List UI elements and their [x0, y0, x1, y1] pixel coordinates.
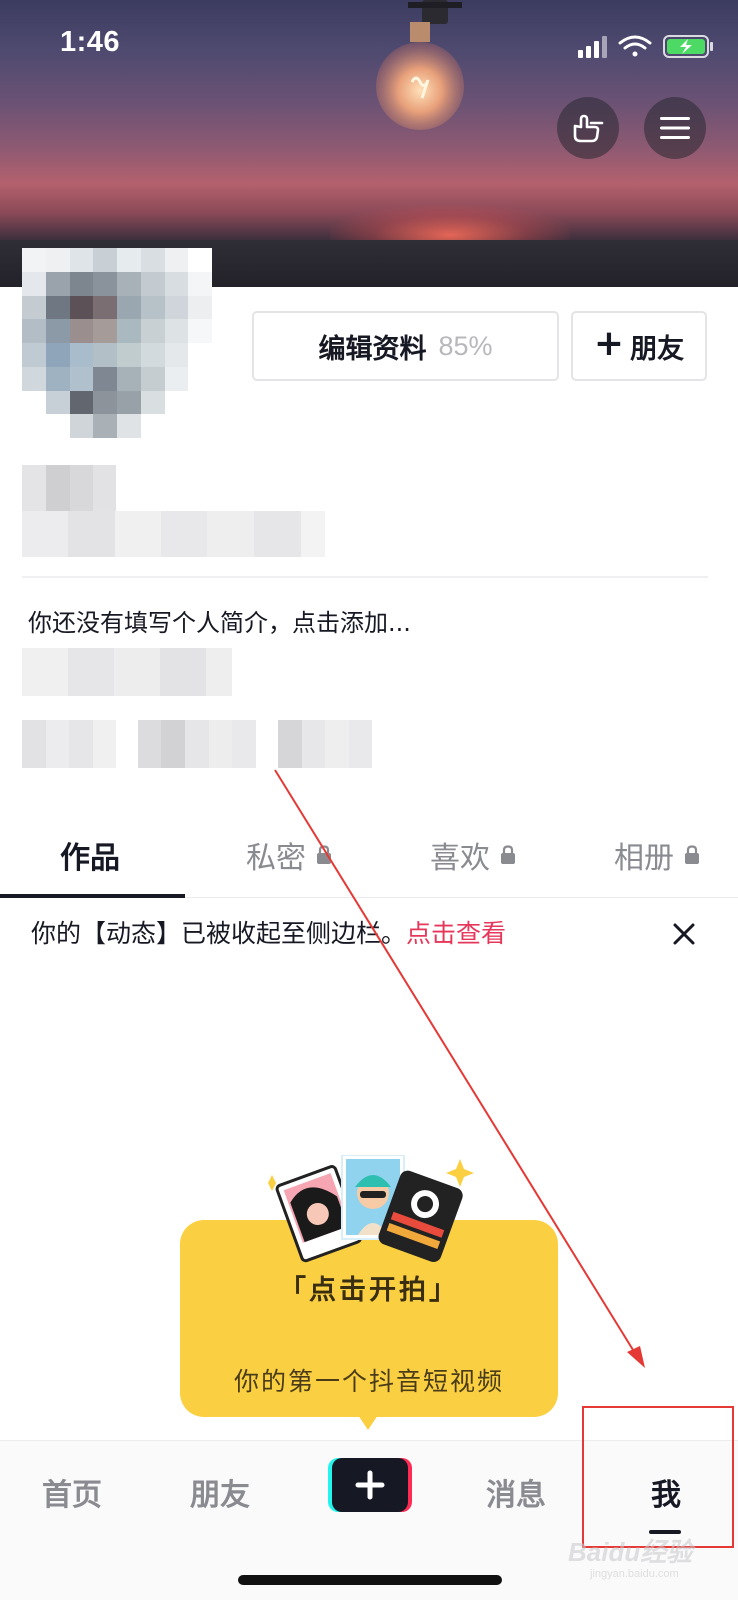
tooltip-pointer	[356, 1412, 380, 1430]
status-time: 1:46	[60, 26, 121, 58]
active-tab-indicator	[0, 894, 185, 898]
notice-view-link[interactable]: 点击查看	[406, 919, 506, 948]
menu-button[interactable]	[644, 97, 706, 159]
tab-album[interactable]: 相册	[614, 830, 700, 880]
signal-icon	[578, 36, 607, 58]
tab-works-label: 作品	[60, 841, 120, 876]
nav-messages[interactable]: 消息	[484, 1470, 548, 1520]
tab-album-label: 相册	[614, 841, 674, 876]
bio-placeholder[interactable]: 你还没有填写个人简介，点击添加...	[28, 603, 411, 638]
camera-selfie-illustration	[268, 1155, 474, 1263]
redacted-tags	[22, 648, 232, 696]
create-video-button[interactable]	[328, 1458, 412, 1512]
watermark-brand: Baidu经验	[568, 1537, 693, 1567]
redacted-stat-likes	[278, 720, 372, 768]
wifi-icon	[618, 35, 652, 57]
notice-text: 你的【动态】已被收起至侧边栏。	[31, 919, 407, 948]
lock-icon	[685, 845, 699, 864]
tab-likes[interactable]: 喜欢	[430, 830, 516, 880]
status-bar: 1:46	[0, 0, 738, 90]
plus-icon: +	[593, 323, 625, 364]
menu-icon	[660, 117, 690, 139]
redacted-nickname	[22, 465, 116, 511]
watermark-logo: Baidu经验 jingyan.baidu.com	[568, 1532, 738, 1592]
redacted-stat-followers	[138, 720, 256, 768]
add-friend-label: 朋友	[630, 333, 685, 365]
lock-icon	[317, 845, 331, 864]
profile-completion-percent: 85%	[438, 330, 493, 361]
tab-likes-label: 喜欢	[430, 841, 490, 876]
avatar[interactable]	[22, 248, 212, 438]
profile-divider	[22, 576, 708, 578]
home-indicator[interactable]	[238, 1575, 502, 1585]
edit-profile-label: 编辑资料	[318, 333, 427, 365]
sidebar-notice: 你的【动态】已被收起至侧边栏。点击查看	[31, 914, 506, 950]
redacted-stat-following	[22, 720, 116, 768]
tab-works[interactable]: 作品	[60, 830, 120, 880]
battery-icon	[663, 35, 713, 58]
tooltip-title: 「点击开拍」	[279, 1275, 459, 1306]
add-friend-button[interactable]: + 朋友	[571, 311, 707, 381]
redacted-user-id	[22, 511, 325, 557]
me-tab-highlight-box	[582, 1406, 734, 1548]
watermark-url: jingyan.baidu.com	[590, 1568, 679, 1580]
status-icons	[578, 35, 713, 58]
nav-friends[interactable]: 朋友	[188, 1470, 252, 1520]
tab-private[interactable]: 私密	[246, 830, 332, 880]
lock-icon	[501, 845, 515, 864]
nav-home[interactable]: 首页	[40, 1470, 104, 1520]
tab-private-label: 私密	[246, 841, 306, 876]
gesture-icon	[573, 114, 604, 143]
tooltip-subtitle: 你的第一个抖音短视频	[233, 1367, 504, 1396]
close-icon[interactable]	[670, 920, 698, 948]
edit-profile-button[interactable]: 编辑资料 85%	[252, 311, 559, 381]
content-tabs: 作品 私密 喜欢 相册	[0, 810, 738, 898]
gesture-button[interactable]	[557, 97, 619, 159]
